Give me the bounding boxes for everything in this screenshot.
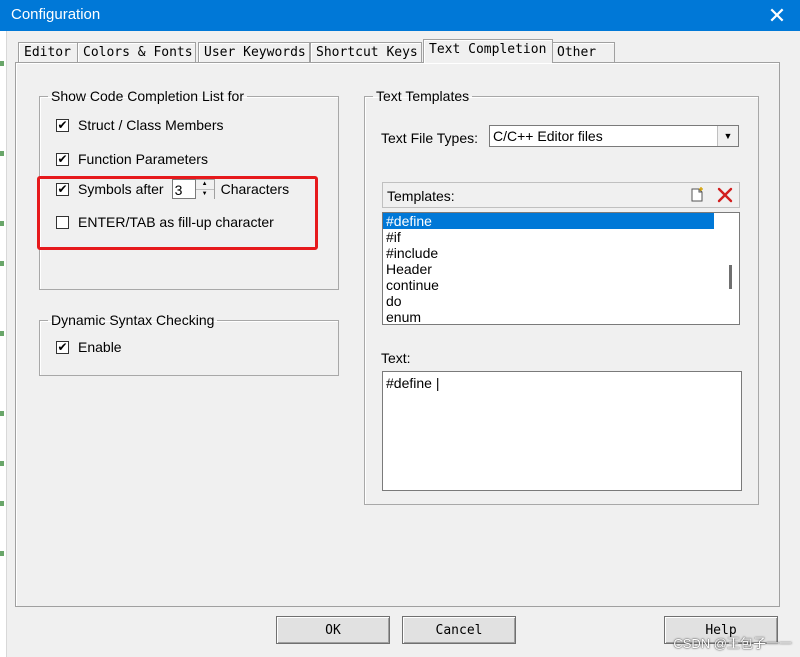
- function-params-label: Function Parameters: [78, 151, 208, 167]
- file-types-select[interactable]: C/C++ Editor files ▼: [489, 125, 739, 147]
- cancel-button[interactable]: Cancel: [402, 616, 516, 644]
- watermark: CSDN @王包子一一: [673, 636, 792, 651]
- struct-members-checkbox[interactable]: ✔: [56, 118, 69, 132]
- template-text-area[interactable]: #define |: [382, 371, 742, 491]
- templates-scrollbar[interactable]: [722, 213, 739, 324]
- tab-text-completion[interactable]: Text Completion: [423, 39, 553, 63]
- ok-button[interactable]: OK: [276, 616, 390, 644]
- title-bar: Configuration ✕: [0, 0, 800, 31]
- syntax-enable-checkbox[interactable]: ✔: [56, 340, 69, 354]
- list-item[interactable]: #include: [383, 245, 714, 261]
- syntax-enable-option[interactable]: ✔ Enable: [56, 339, 122, 355]
- file-types-label: Text File Types:: [381, 130, 479, 146]
- struct-members-label: Struct / Class Members: [78, 117, 224, 133]
- red-highlight-box: [37, 176, 318, 250]
- templates-list[interactable]: #define #if #include Header continue do …: [382, 212, 740, 325]
- chevron-down-icon[interactable]: ▼: [717, 126, 738, 146]
- list-item[interactable]: #define: [383, 213, 714, 229]
- text-label: Text:: [381, 350, 411, 366]
- red-x-delete-icon[interactable]: [715, 185, 735, 205]
- list-item[interactable]: do: [383, 293, 714, 309]
- struct-members-option[interactable]: ✔ Struct / Class Members: [56, 117, 223, 133]
- tab-other[interactable]: Other: [551, 42, 615, 63]
- tab-editor[interactable]: Editor: [18, 42, 82, 63]
- list-item[interactable]: #if: [383, 229, 714, 245]
- templates-header: Templates:: [382, 182, 740, 208]
- window-title: Configuration: [11, 6, 101, 23]
- syntax-group-legend: Dynamic Syntax Checking: [51, 312, 215, 328]
- tab-user-keywords[interactable]: User Keywords: [198, 42, 310, 63]
- file-types-value: C/C++ Editor files: [493, 128, 603, 144]
- templates-label: Templates:: [387, 188, 455, 204]
- function-params-checkbox[interactable]: ✔: [56, 152, 69, 166]
- close-icon[interactable]: ✕: [754, 0, 800, 31]
- tab-colors-fonts[interactable]: Colors & Fonts: [77, 42, 196, 63]
- list-item[interactable]: Header: [383, 261, 714, 277]
- list-item[interactable]: enum: [383, 309, 714, 324]
- background-editor-edge: [0, 31, 7, 657]
- tab-shortcut-keys[interactable]: Shortcut Keys: [310, 42, 422, 63]
- list-item[interactable]: continue: [383, 277, 714, 293]
- completion-group-legend: Show Code Completion List for: [51, 88, 244, 104]
- template-text-value[interactable]: #define |: [386, 375, 439, 391]
- function-params-option[interactable]: ✔ Function Parameters: [56, 151, 208, 167]
- templates-group-legend: Text Templates: [376, 88, 470, 104]
- syntax-enable-label: Enable: [78, 339, 122, 355]
- scrollbar-thumb[interactable]: [729, 265, 732, 289]
- new-document-icon[interactable]: [687, 185, 707, 205]
